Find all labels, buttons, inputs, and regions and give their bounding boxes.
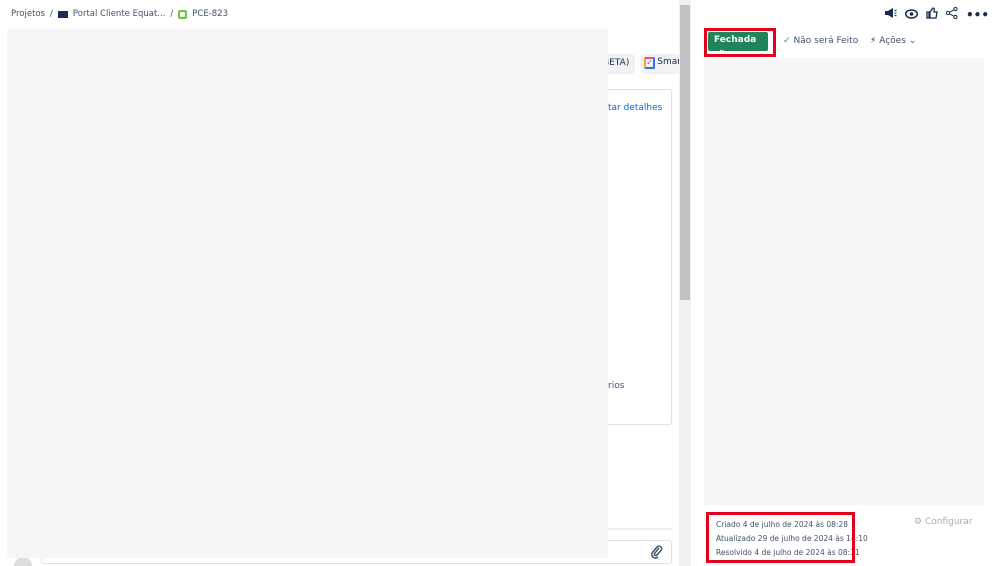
details-link[interactable]: tar detalhes — [608, 103, 662, 113]
breadcrumb-project[interactable]: Portal Cliente Equat... — [73, 9, 165, 19]
breadcrumb-issue-key[interactable]: PCE-823 — [192, 9, 228, 19]
share-icon[interactable] — [945, 6, 958, 22]
paperclip-icon[interactable] — [651, 545, 663, 563]
smart-button[interactable]: ✓ Smar — [641, 54, 681, 74]
right-panel-overlay — [704, 58, 984, 505]
breadcrumb-separator: / — [170, 9, 174, 19]
breadcrumb-projects[interactable]: Projetos — [11, 9, 45, 19]
checklist-icon: ✓ — [644, 57, 656, 69]
check-icon: ✓ — [783, 36, 791, 46]
chevron-down-icon: ⌄ — [908, 36, 917, 46]
highlight-box-status — [704, 28, 776, 57]
configure-button[interactable]: ⚙ Configurar — [914, 517, 972, 527]
eye-icon[interactable] — [904, 8, 919, 22]
actions-button[interactable]: ⚡ Ações ⌄ — [870, 36, 916, 46]
resolution-label: Não será Feito — [793, 36, 859, 46]
header-actions: ••• — [884, 6, 989, 22]
main-content-overlay — [7, 29, 608, 558]
project-icon — [57, 10, 68, 18]
avatar — [14, 557, 32, 566]
divider — [597, 528, 672, 530]
scrollbar-thumb[interactable] — [680, 5, 690, 300]
lightning-icon: ⚡ — [870, 36, 877, 46]
resolution: ✓ Não será Feito — [783, 36, 858, 46]
smart-button-label: Smar — [657, 57, 681, 67]
megaphone-icon[interactable] — [884, 7, 897, 22]
details-card — [597, 89, 672, 425]
more-icon[interactable]: ••• — [966, 8, 989, 22]
gear-icon: ⚙ — [914, 517, 923, 527]
breadcrumb-separator: / — [50, 9, 53, 19]
partial-text: rios — [608, 381, 625, 391]
thumbs-up-icon[interactable] — [926, 7, 938, 22]
configure-label: Configurar — [924, 517, 973, 527]
breadcrumb: Projetos / Portal Cliente Equat... / PCE… — [11, 9, 228, 19]
highlight-box-dates — [706, 512, 855, 563]
actions-label: Ações — [879, 36, 906, 46]
issue-type-icon — [178, 9, 188, 19]
